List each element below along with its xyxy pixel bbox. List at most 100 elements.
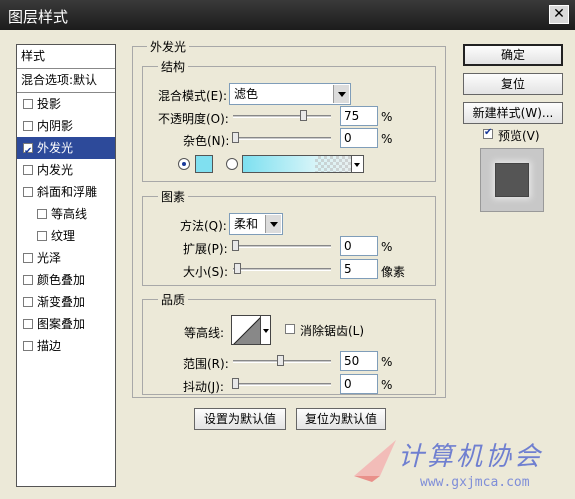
style-item-checkbox[interactable]: [23, 165, 33, 175]
noise-input[interactable]: 0: [340, 128, 378, 148]
watermark-url: www.gxjmca.com: [420, 475, 530, 490]
style-item[interactable]: 颜色叠加: [17, 269, 115, 291]
contour-preview[interactable]: [231, 315, 261, 345]
blend-mode-select[interactable]: 滤色: [229, 83, 351, 105]
style-item[interactable]: 图案叠加: [17, 313, 115, 335]
style-item[interactable]: 纹理: [17, 225, 115, 247]
method-select[interactable]: 柔和: [229, 213, 283, 235]
style-item[interactable]: 描边: [17, 335, 115, 357]
style-item-label: 图案叠加: [37, 317, 86, 331]
jitter-slider-thumb[interactable]: [232, 378, 239, 389]
style-item-label: 外发光: [37, 141, 74, 155]
elements-title: 图素: [158, 188, 189, 205]
style-item-checkbox[interactable]: [23, 141, 33, 163]
new-style-button[interactable]: 新建样式(W)...: [463, 102, 563, 124]
jitter-slider[interactable]: [233, 383, 331, 386]
opacity-slider-thumb[interactable]: [299, 110, 307, 121]
style-item-label: 光泽: [37, 251, 62, 265]
style-item-checkbox[interactable]: [23, 319, 33, 329]
style-item-label: 斜面和浮雕: [37, 185, 98, 199]
style-item[interactable]: 外发光: [17, 137, 115, 163]
style-preview: [480, 148, 544, 212]
spread-slider-thumb[interactable]: [232, 240, 239, 251]
range-slider-thumb[interactable]: [277, 355, 284, 366]
antialias-label[interactable]: 消除锯齿(L): [300, 322, 364, 339]
styles-header[interactable]: 样式: [17, 45, 115, 69]
style-item-label: 内发光: [37, 163, 74, 177]
quality-title: 品质: [158, 291, 189, 308]
style-item-checkbox[interactable]: [37, 231, 47, 241]
style-item-checkbox[interactable]: [23, 99, 33, 109]
noise-label: 杂色(N):: [183, 134, 230, 148]
style-item[interactable]: 渐变叠加: [17, 291, 115, 313]
style-item-label: 纹理: [51, 229, 76, 243]
style-item[interactable]: 斜面和浮雕: [17, 181, 115, 203]
opacity-label: 不透明度(O):: [158, 112, 229, 126]
range-label: 范围(R):: [183, 357, 229, 371]
blend-mode-label: 混合模式(E):: [158, 89, 227, 103]
antialias-checkbox[interactable]: [285, 324, 295, 334]
style-item-label: 内阴影: [37, 119, 74, 133]
chevron-down-icon: [351, 156, 363, 172]
style-item-checkbox[interactable]: [23, 187, 33, 197]
opacity-unit: %: [381, 110, 393, 124]
spread-label: 扩展(P):: [183, 242, 228, 256]
contour-label: 等高线:: [184, 326, 225, 340]
style-item-label: 投影: [37, 97, 62, 111]
blend-options-item[interactable]: 混合选项:默认: [17, 69, 115, 93]
opacity-slider[interactable]: [233, 115, 331, 118]
jitter-input[interactable]: 0: [340, 374, 378, 394]
size-slider[interactable]: [233, 268, 331, 271]
set-default-button[interactable]: 设置为默认值: [194, 408, 286, 430]
style-item-checkbox[interactable]: [37, 209, 47, 219]
spread-input[interactable]: 0: [340, 236, 378, 256]
style-item[interactable]: 等高线: [17, 203, 115, 225]
size-slider-thumb[interactable]: [233, 263, 241, 274]
window-title: 图层样式: [8, 8, 69, 26]
size-unit: 像素: [381, 265, 406, 279]
glow-color-swatch[interactable]: [195, 155, 213, 173]
size-input[interactable]: 5: [340, 259, 378, 279]
chevron-down-icon: [333, 85, 349, 103]
style-item-checkbox[interactable]: [23, 275, 33, 285]
style-item-checkbox[interactable]: [23, 297, 33, 307]
style-item[interactable]: 光泽: [17, 247, 115, 269]
close-icon[interactable]: ✕: [549, 5, 569, 24]
reset-button[interactable]: 复位: [463, 73, 563, 95]
ok-button[interactable]: 确定: [463, 44, 563, 66]
opacity-input[interactable]: 75: [340, 106, 378, 126]
noise-slider-thumb[interactable]: [232, 132, 239, 143]
preview-swatch: [495, 163, 529, 197]
styles-list: 样式 混合选项:默认 投影内阴影外发光内发光斜面和浮雕等高线纹理光泽颜色叠加渐变…: [16, 44, 116, 487]
gradient-picker[interactable]: [242, 155, 364, 173]
method-value: 柔和: [234, 217, 259, 231]
spread-slider[interactable]: [233, 245, 331, 248]
style-item-checkbox[interactable]: [23, 121, 33, 131]
style-item[interactable]: 内阴影: [17, 115, 115, 137]
solid-color-radio[interactable]: [178, 158, 190, 170]
reset-default-button[interactable]: 复位为默认值: [296, 408, 386, 430]
style-item[interactable]: 投影: [17, 93, 115, 115]
contour-dropdown[interactable]: [261, 315, 271, 345]
style-item-label: 等高线: [51, 207, 88, 221]
style-item[interactable]: 内发光: [17, 159, 115, 181]
range-input[interactable]: 50: [340, 351, 378, 371]
title-bar: 图层样式 ✕: [0, 0, 575, 30]
style-item-label: 描边: [37, 339, 62, 353]
gradient-radio[interactable]: [226, 158, 238, 170]
style-item-label: 渐变叠加: [37, 295, 86, 309]
preview-label[interactable]: 预览(V): [498, 127, 540, 144]
style-item-label: 颜色叠加: [37, 273, 86, 287]
contour-curve-icon: [233, 317, 260, 344]
spread-unit: %: [381, 240, 393, 254]
noise-unit: %: [381, 132, 393, 146]
jitter-label: 抖动(J):: [183, 380, 224, 394]
preview-checkbox[interactable]: [483, 127, 493, 139]
noise-slider[interactable]: [233, 137, 331, 140]
style-item-checkbox[interactable]: [23, 253, 33, 263]
range-unit: %: [381, 355, 393, 369]
size-label: 大小(S):: [183, 265, 229, 279]
structure-title: 结构: [158, 58, 189, 75]
method-label: 方法(Q):: [180, 219, 227, 233]
style-item-checkbox[interactable]: [23, 341, 33, 351]
